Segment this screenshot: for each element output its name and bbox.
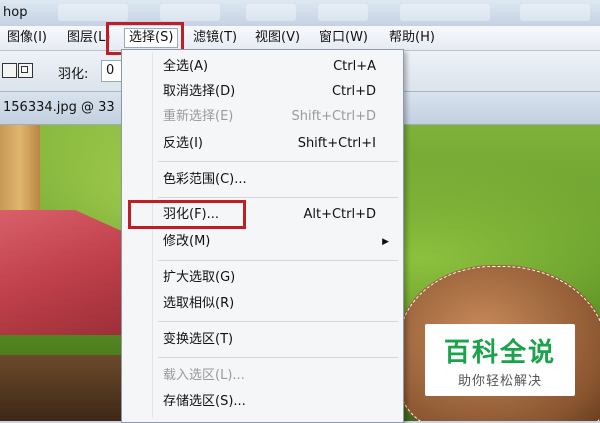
menu-item-transform-selection[interactable]: 变换选区(T) <box>122 328 403 352</box>
menu-item-label: 选取相似(R) <box>163 296 235 311</box>
menu-item-reselect: 重新选择(E) Shift+Ctrl+D <box>122 105 403 129</box>
menu-item-label: 存储选区(S)... <box>163 394 246 409</box>
menu-item-label: 扩大选取(G) <box>163 270 236 285</box>
menu-separator <box>158 357 398 358</box>
menu-item-load-selection: 载入选区(L)... <box>122 364 403 388</box>
menu-item-grow[interactable]: 扩大选取(G) <box>122 266 403 290</box>
menu-item-label: 取消选择(D) <box>163 84 236 99</box>
menu-item-label: 修改(M) <box>163 234 211 249</box>
menu-item-label: 载入选区(L)... <box>163 368 245 383</box>
menu-item-select-all[interactable]: 全选(A) Ctrl+A <box>122 55 403 79</box>
menu-item-shortcut: Shift+Ctrl+I <box>297 136 376 151</box>
menu-item-label: 色彩范围(C)... <box>163 172 247 187</box>
dark-ground <box>0 355 125 421</box>
menu-item-similar[interactable]: 选取相似(R) <box>122 292 403 316</box>
menu-item-modify[interactable]: 修改(M) ▶ <box>122 230 403 254</box>
menu-item-save-selection[interactable]: 存储选区(S)... <box>122 390 403 414</box>
submenu-arrow-icon: ▶ <box>382 237 389 247</box>
menu-separator <box>158 260 398 261</box>
highlight-feather-item <box>128 200 246 229</box>
menu-image[interactable]: 图像(I) <box>3 29 51 47</box>
menu-item-shortcut: Ctrl+D <box>331 84 376 99</box>
feather-label: 羽化: <box>58 67 89 82</box>
window-title: hop <box>3 5 28 20</box>
menu-item-inverse[interactable]: 反选(I) Shift+Ctrl+I <box>122 132 403 156</box>
red-table <box>0 210 125 335</box>
watermark-subtitle: 助你轻松解决 <box>457 374 542 389</box>
selection-mode-icon[interactable] <box>2 63 17 78</box>
title-ghost-tab <box>400 4 490 21</box>
menu-separator <box>158 161 398 162</box>
menu-item-label: 反选(I) <box>163 136 203 151</box>
menu-item-deselect[interactable]: 取消选择(D) Ctrl+D <box>122 80 403 104</box>
menu-item-label: 重新选择(E) <box>163 109 234 124</box>
menu-item-shortcut: Ctrl+A <box>333 59 376 74</box>
menu-separator <box>158 321 398 322</box>
menu-item-color-range[interactable]: 色彩范围(C)... <box>122 168 403 192</box>
selection-add-icon[interactable] <box>18 63 33 78</box>
title-bar: hop <box>0 0 600 26</box>
menu-item-label: 全选(A) <box>163 59 209 74</box>
menu-window[interactable]: 窗口(W) <box>315 29 372 47</box>
menubar: 图像(I) 图层(L) 选择(S) 滤镜(T) 视图(V) 窗口(W) 帮助(H… <box>0 26 600 51</box>
watermark-logo: 百科全说 助你轻松解决 <box>425 324 575 396</box>
select-dropdown-menu: 全选(A) Ctrl+A 取消选择(D) Ctrl+D 重新选择(E) Shif… <box>121 49 404 423</box>
document-name: 156334.jpg @ 33 <box>3 100 115 115</box>
title-ghost-tab <box>520 4 590 21</box>
title-ghost-tab <box>58 4 128 21</box>
menu-view[interactable]: 视图(V) <box>251 29 304 47</box>
menu-item-shortcut: Alt+Ctrl+D <box>303 207 376 222</box>
menu-item-shortcut: Shift+Ctrl+D <box>291 109 376 124</box>
menu-separator <box>158 197 398 198</box>
watermark-title: 百科全说 <box>443 338 556 368</box>
title-ghost-tab <box>246 4 296 21</box>
title-ghost-tab <box>318 4 368 21</box>
menu-help[interactable]: 帮助(H) <box>385 29 439 47</box>
menu-item-label: 变换选区(T) <box>163 332 234 347</box>
title-ghost-tab <box>160 4 220 21</box>
menu-filter[interactable]: 滤镜(T) <box>189 29 241 47</box>
